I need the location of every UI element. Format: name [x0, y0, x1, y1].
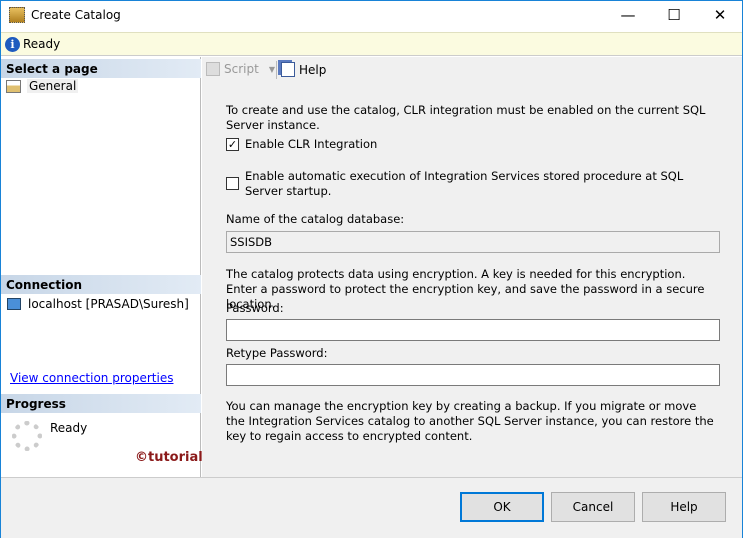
progress-status: Ready	[50, 421, 88, 435]
progress-spinner-icon	[12, 421, 42, 451]
general-page: Script ▼ Help To create and use the cata…	[202, 57, 742, 477]
help-label: Help	[299, 62, 327, 77]
sidebar-item-general[interactable]: General	[6, 79, 79, 93]
help-icon	[281, 62, 295, 77]
password-label: Password:	[226, 301, 284, 315]
status-text: Ready	[23, 37, 61, 51]
connection-header: Connection	[1, 275, 201, 294]
catalog-name-field[interactable]: SSISDB	[226, 231, 720, 253]
status-bar: i Ready	[1, 32, 742, 56]
progress-header: Progress	[1, 394, 201, 413]
view-connection-properties-link[interactable]: View connection properties	[10, 371, 173, 385]
button-bar: OK Cancel Help	[1, 477, 742, 538]
retype-password-field[interactable]	[226, 364, 720, 386]
info-icon: i	[5, 37, 20, 52]
close-button[interactable]: ✕	[697, 1, 743, 31]
cancel-button[interactable]: Cancel	[551, 492, 635, 522]
title-bar: Create Catalog — ☐ ✕	[1, 1, 742, 31]
retype-password-label: Retype Password:	[226, 346, 328, 360]
general-page-icon	[6, 79, 21, 93]
backup-note: You can manage the encryption key by cre…	[226, 399, 714, 443]
enable-clr-label: Enable CLR Integration	[245, 137, 378, 151]
script-icon	[206, 62, 220, 76]
script-button[interactable]: Script ▼	[206, 62, 275, 76]
toolbar-divider	[276, 61, 277, 79]
ok-button[interactable]: OK	[460, 492, 544, 522]
server-icon	[7, 298, 21, 310]
window-title: Create Catalog	[31, 8, 121, 22]
maximize-button[interactable]: ☐	[651, 1, 697, 31]
password-field[interactable]	[226, 319, 720, 341]
enable-clr-checkbox[interactable]: ✓	[226, 138, 239, 151]
sidebar-item-label: General	[27, 79, 79, 93]
toolbar: Script ▼ Help	[202, 57, 742, 83]
help-button[interactable]: Help	[642, 492, 726, 522]
catalog-name-label: Name of the catalog database:	[226, 212, 405, 226]
help-toolbar-button[interactable]: Help	[281, 62, 326, 77]
sidebar: Select a page General Connection localho…	[1, 57, 293, 477]
connection-item: localhost [PRASAD\Suresh]	[7, 297, 189, 311]
minimize-button[interactable]: —	[605, 1, 651, 31]
chevron-down-icon[interactable]: ▼	[269, 65, 275, 74]
auto-exec-checkbox[interactable]	[226, 177, 239, 190]
create-catalog-dialog: Create Catalog — ☐ ✕ i Ready Select a pa…	[0, 0, 743, 538]
select-page-header: Select a page	[1, 59, 201, 78]
catalog-app-icon	[9, 7, 25, 23]
script-label: Script	[224, 62, 259, 76]
connection-text: localhost [PRASAD\Suresh]	[28, 297, 189, 311]
auto-exec-label: Enable automatic execution of Integratio…	[245, 169, 684, 198]
clr-note: To create and use the catalog, CLR integ…	[226, 103, 706, 132]
